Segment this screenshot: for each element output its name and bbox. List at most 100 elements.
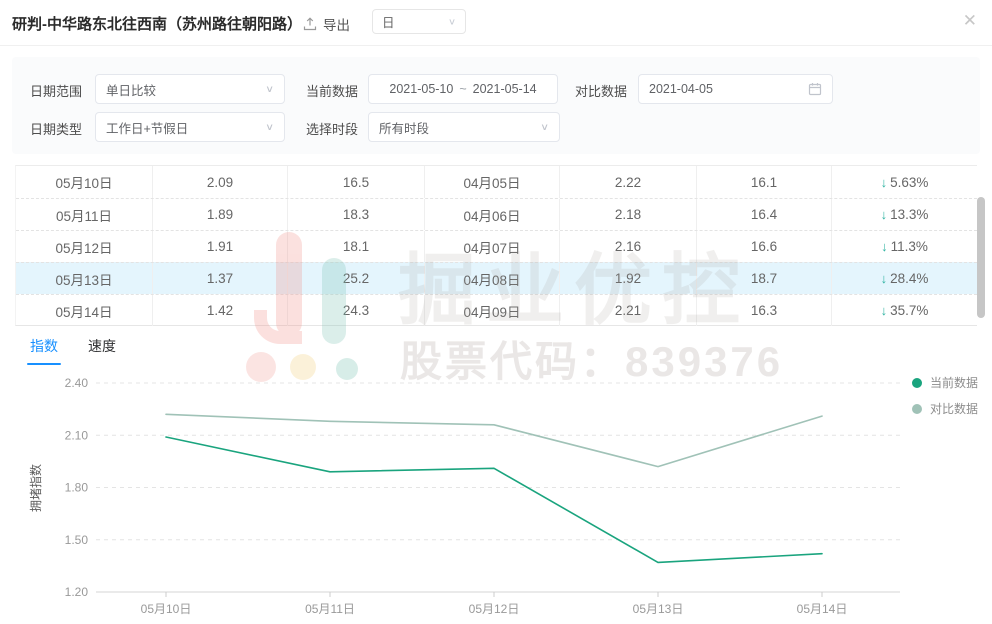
- chart-legend: 当前数据对比数据: [912, 374, 978, 417]
- current-data-range-input[interactable]: 2021-05-10 ~ 2021-05-14: [368, 74, 558, 104]
- y-tick-label: 2.40: [65, 376, 89, 390]
- change-value: 28.4%: [890, 271, 928, 286]
- chevron-down-icon: ∨: [265, 83, 274, 94]
- time-period-select[interactable]: 所有时段 ∨: [368, 112, 560, 142]
- table-row[interactable]: 05月11日1.8918.304月06日2.1816.4↓13.3%: [16, 198, 977, 230]
- index-cell: 2.09: [153, 166, 288, 198]
- legend-item[interactable]: 当前数据: [912, 374, 978, 391]
- x-tick-label: 05月14日: [797, 602, 848, 616]
- time-period-label: 选择时段: [306, 119, 358, 138]
- compare-speed-cell: 16.3: [697, 295, 832, 326]
- compare-index-cell: 2.16: [560, 231, 697, 262]
- compare-index-cell: 2.21: [560, 295, 697, 326]
- x-tick-label: 05月13日: [633, 602, 684, 616]
- current-end-date: 2021-05-14: [473, 82, 537, 96]
- x-tick-label: 05月10日: [141, 602, 192, 616]
- y-tick-label: 1.50: [65, 533, 89, 547]
- date-type-select[interactable]: 工作日+节假日 ∨: [95, 112, 285, 142]
- change-value: 5.63%: [890, 175, 928, 190]
- compare-speed-cell: 16.1: [697, 166, 832, 198]
- table-scrollbar-thumb[interactable]: [977, 197, 985, 318]
- y-axis-title: 拥堵指数: [28, 464, 43, 512]
- compare-speed-cell: 18.7: [697, 263, 832, 294]
- compare-date-cell: 04月07日: [425, 231, 560, 262]
- change-cell: ↓35.7%: [832, 295, 977, 326]
- compare-date-cell: 04月09日: [425, 295, 560, 326]
- change-cell: ↓28.4%: [832, 263, 977, 294]
- date-type-label: 日期类型: [30, 119, 82, 138]
- speed-cell: 18.1: [288, 231, 425, 262]
- comparison-table-body: 05月10日2.0916.504月05日2.2216.1↓5.63%05月11日…: [16, 166, 977, 326]
- header: 研判-中华路东北往西南（苏州路往朝阳路） 导出 日 ∨ ✕: [0, 0, 992, 46]
- range-separator: ~: [459, 82, 466, 96]
- calendar-icon: [808, 82, 822, 96]
- x-tick-label: 05月11日: [305, 602, 355, 616]
- close-icon[interactable]: ✕: [963, 12, 977, 29]
- change-value: 13.3%: [890, 207, 928, 222]
- tab-speed[interactable]: 速度: [88, 336, 116, 365]
- legend-dot-icon: [912, 404, 922, 414]
- table-row[interactable]: 05月12日1.9118.104月07日2.1616.6↓11.3%: [16, 230, 977, 262]
- compare-date-input[interactable]: 2021-04-05: [638, 74, 833, 104]
- export-button[interactable]: 导出: [303, 14, 350, 34]
- date-cell: 05月12日: [16, 231, 153, 262]
- traffic-analysis-panel: 研判-中华路东北往西南（苏州路往朝阳路） 导出 日 ∨ ✕ 日期范围 单日比较 …: [0, 0, 992, 624]
- y-tick-label: 2.10: [65, 428, 89, 442]
- chevron-down-icon: ∨: [265, 121, 274, 132]
- filter-panel: 日期范围 单日比较 ∨ 当前数据 2021-05-10 ~ 2021-05-14…: [12, 57, 980, 154]
- compare-speed-cell: 16.6: [697, 231, 832, 262]
- export-label: 导出: [323, 14, 350, 34]
- date-range-select[interactable]: 单日比较 ∨: [95, 74, 285, 104]
- tab-index[interactable]: 指数: [30, 336, 58, 365]
- chevron-down-icon: ∨: [540, 121, 549, 132]
- down-arrow-icon: ↓: [881, 271, 888, 286]
- page-title: 研判-中华路东北往西南（苏州路往朝阳路）: [12, 13, 302, 34]
- down-arrow-icon: ↓: [881, 175, 888, 190]
- table-row[interactable]: 05月13日1.3725.204月08日1.9218.7↓28.4%: [16, 262, 977, 294]
- compare-date-cell: 04月05日: [425, 166, 560, 198]
- compare-data-label: 对比数据: [575, 81, 627, 100]
- current-data-label: 当前数据: [306, 81, 358, 100]
- legend-label: 对比数据: [930, 400, 978, 417]
- date-range-value: 单日比较: [106, 80, 156, 99]
- speed-cell: 25.2: [288, 263, 425, 294]
- change-cell: ↓11.3%: [832, 231, 977, 262]
- index-cell: 1.42: [153, 295, 288, 326]
- compare-index-cell: 2.18: [560, 199, 697, 230]
- granularity-select[interactable]: 日 ∨: [372, 9, 466, 34]
- granularity-value: 日: [382, 12, 395, 31]
- compare-index-cell: 2.22: [560, 166, 697, 198]
- table-row[interactable]: 05月14日1.4224.304月09日2.2116.3↓35.7%: [16, 294, 977, 326]
- date-range-label: 日期范围: [30, 81, 82, 100]
- legend-label: 当前数据: [930, 374, 978, 391]
- y-tick-label: 1.80: [65, 481, 89, 495]
- compare-date-cell: 04月08日: [425, 263, 560, 294]
- change-cell: ↓13.3%: [832, 199, 977, 230]
- congestion-index-chart: 1.20 1.50 1.80 2.10 2.40 05月10日 05月11日 05月12日 05…: [0, 370, 992, 624]
- legend-item[interactable]: 对比数据: [912, 400, 978, 417]
- date-cell: 05月10日: [16, 166, 153, 198]
- table-row[interactable]: 05月10日2.0916.504月05日2.2216.1↓5.63%: [16, 166, 977, 198]
- legend-dot-icon: [912, 378, 922, 388]
- change-value: 35.7%: [890, 303, 928, 318]
- chevron-down-icon: ∨: [448, 16, 456, 26]
- change-cell: ↓5.63%: [832, 166, 977, 198]
- index-cell: 1.91: [153, 231, 288, 262]
- current-start-date: 2021-05-10: [389, 82, 453, 96]
- y-tick-label: 1.20: [65, 585, 89, 599]
- index-cell: 1.37: [153, 263, 288, 294]
- compare-index-cell: 1.92: [560, 263, 697, 294]
- time-period-value: 所有时段: [379, 118, 429, 137]
- down-arrow-icon: ↓: [881, 239, 888, 254]
- date-cell: 05月13日: [16, 263, 153, 294]
- index-cell: 1.89: [153, 199, 288, 230]
- date-cell: 05月14日: [16, 295, 153, 326]
- x-tick-label: 05月12日: [469, 602, 520, 616]
- speed-cell: 18.3: [288, 199, 425, 230]
- change-value: 11.3%: [891, 239, 928, 254]
- speed-cell: 16.5: [288, 166, 425, 198]
- series-line-当前数据: [166, 437, 822, 562]
- chart-tabs: 指数 速度: [30, 336, 116, 365]
- down-arrow-icon: ↓: [881, 303, 888, 318]
- date-type-value: 工作日+节假日: [106, 118, 188, 137]
